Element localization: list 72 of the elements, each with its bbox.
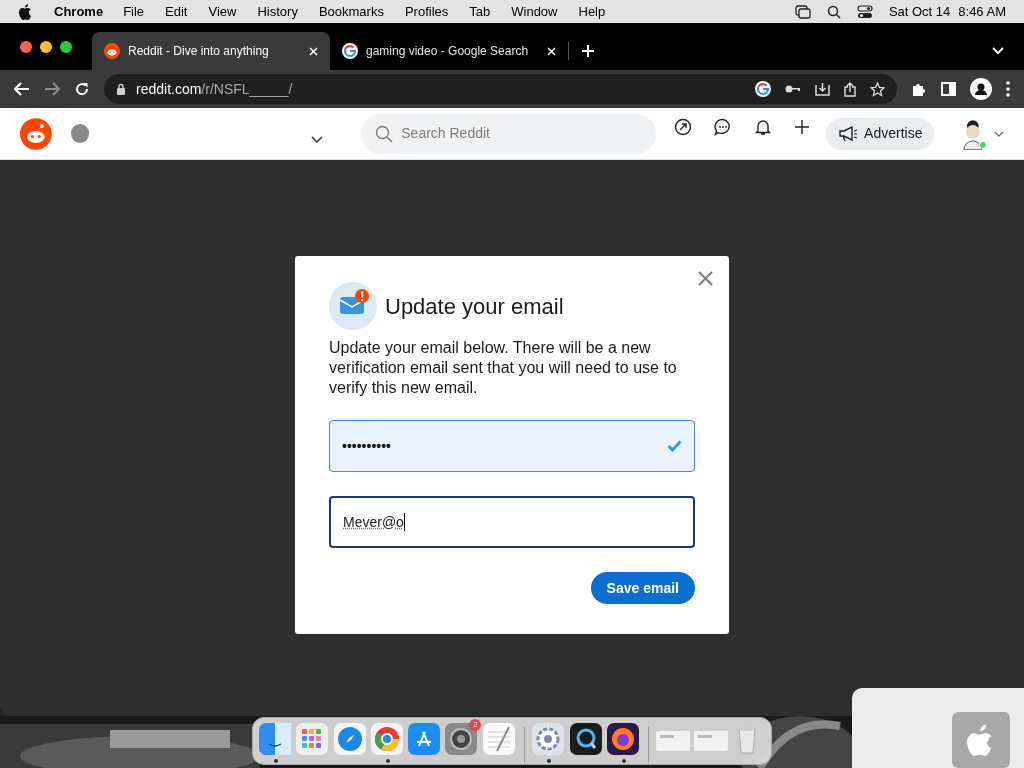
reload-icon[interactable] [74,81,90,97]
google-icon [342,43,358,59]
password-dots: •••••••••• [342,436,391,456]
menu-bar-time[interactable]: 8:46 AM [958,1,1006,22]
tab-title: Reddit - Dive into anything [128,43,269,60]
share-icon[interactable] [844,81,856,97]
app-store-icon[interactable] [408,723,443,757]
notepad-icon[interactable] [482,723,517,757]
alien-logo-icon [104,43,120,59]
app-menu[interactable]: Chrome [54,1,104,22]
menu-item[interactable]: File [123,1,145,22]
bell-icon[interactable] [754,117,773,136]
advertise-button[interactable]: Advertise [826,117,935,150]
save-email-button[interactable]: Save email [590,572,695,604]
firefox-icon[interactable] [606,723,641,757]
menu-item[interactable]: Edit [165,1,188,22]
avatar-icon[interactable] [960,117,989,150]
address-bar[interactable]: reddit.com/r/NSFL_____/ [104,74,897,104]
key-icon[interactable] [785,84,801,94]
close-window-button[interactable] [20,41,32,53]
chrome-icon[interactable] [370,723,405,757]
envelope-alert-icon [329,282,377,330]
browser-tab[interactable]: gaming video - Google Search [330,32,568,70]
menu-item[interactable]: View [208,1,237,22]
apple-icon[interactable] [18,3,32,20]
search-field[interactable]: Search Reddit [361,113,657,154]
search-icon [375,124,394,143]
menu-item[interactable]: History [257,1,298,22]
menu-item[interactable]: Bookmarks [318,1,384,22]
tab-title: gaming video - Google Search [366,43,529,60]
alien-logo-icon[interactable] [20,117,52,150]
apple-logo-icon [952,712,1010,768]
grid-icon[interactable] [296,723,331,757]
search-icon[interactable] [826,4,841,19]
input-text: Mever@o [343,512,404,532]
menu-item[interactable]: Window [511,1,558,22]
back-icon[interactable] [14,82,30,96]
install-icon[interactable] [815,82,830,96]
menu-item[interactable]: Tab [469,1,491,22]
checkmark-icon [667,440,682,452]
google-icon[interactable] [755,81,771,97]
gear-icon[interactable] [445,723,480,757]
minimize-window-button[interactable] [40,41,52,53]
browser-tab[interactable]: Reddit - Dive into anything [92,32,330,70]
magnifier-icon[interactable] [569,723,604,757]
menu-item[interactable]: Help [578,1,606,22]
star-icon[interactable] [870,81,885,97]
dialog-title: Update your email [385,292,564,321]
compass-icon[interactable] [333,723,368,757]
chat-icon[interactable] [714,117,733,136]
side-panel-icon[interactable] [941,82,956,96]
input-field[interactable]: •••••••••• [329,420,695,472]
dialog-description: Update your email below. There will be a new verification email sent that you will need to use to verify this new email. [329,338,678,398]
face-icon[interactable] [259,723,293,757]
menu-item[interactable]: Profiles [404,1,449,22]
new-tab-icon[interactable] [581,44,595,58]
chevron-down-icon[interactable] [311,135,324,144]
windows-icon[interactable] [794,4,811,19]
toggles-icon[interactable] [856,4,873,19]
more-icon[interactable] [1006,81,1010,97]
puzzle-icon[interactable] [911,81,927,97]
plus-icon[interactable] [794,118,811,135]
menu-bar-date[interactable]: Sat Oct 14 [888,1,951,22]
profile-icon[interactable] [970,78,992,100]
community-icon[interactable] [70,124,90,143]
zoom-window-button[interactable] [60,41,72,53]
url-text: reddit.com/r/NSFL_____/ [136,79,293,99]
lock-icon [116,82,126,96]
input-field[interactable]: Mever@o [329,496,695,548]
megaphone-icon [838,125,859,142]
arrow-circle-icon[interactable] [674,117,693,136]
notification-badge: 2 [469,719,482,731]
